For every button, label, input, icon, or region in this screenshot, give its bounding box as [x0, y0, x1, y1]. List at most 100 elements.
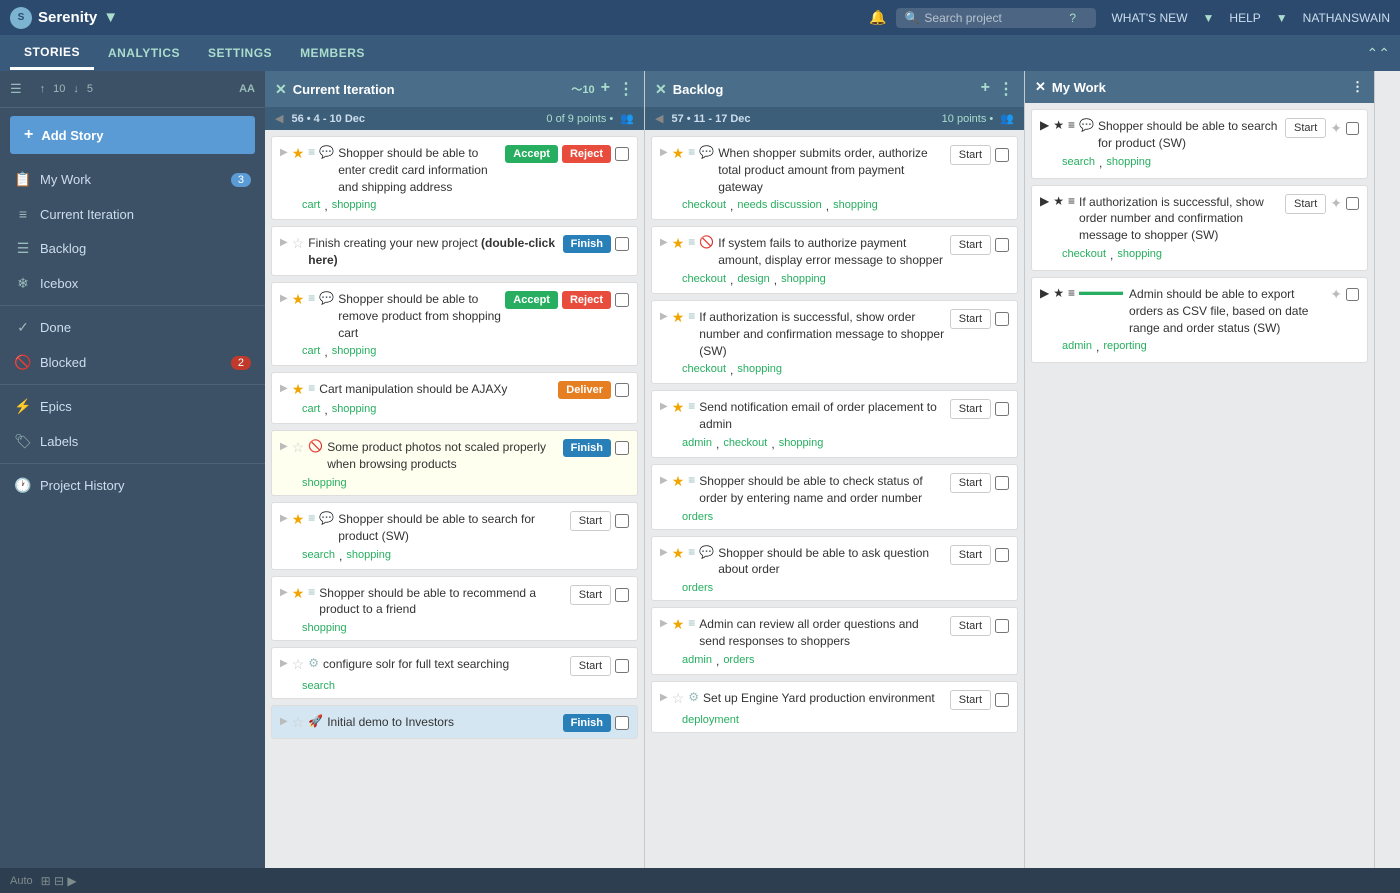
search-input[interactable]: [924, 11, 1064, 25]
star-icon[interactable]: ★: [292, 585, 305, 602]
expand-arrow[interactable]: ▶: [1040, 118, 1049, 132]
card-checkbox[interactable]: [1346, 197, 1359, 210]
tag-reporting[interactable]: reporting: [1103, 340, 1146, 354]
dropdown-arrow[interactable]: ▼: [103, 9, 118, 26]
tag-shopping[interactable]: shopping: [332, 345, 377, 359]
tag-deployment[interactable]: deployment: [682, 714, 739, 726]
star-icon[interactable]: ☆: [672, 690, 685, 707]
tag-search[interactable]: search: [302, 549, 335, 563]
tag-checkout[interactable]: checkout: [682, 273, 726, 287]
start-button[interactable]: Start: [570, 585, 611, 605]
sidebar-item-project-history[interactable]: 🕐 Project History: [0, 468, 265, 503]
help-link[interactable]: HELP: [1229, 11, 1260, 25]
list-icon[interactable]: ≡: [1068, 194, 1075, 208]
tab-analytics[interactable]: ANALYTICS: [94, 38, 194, 68]
card-checkbox[interactable]: [995, 238, 1009, 252]
card-checkbox[interactable]: [615, 147, 629, 161]
tag-orders[interactable]: orders: [682, 511, 713, 523]
expand-arrow[interactable]: ▶: [280, 147, 288, 158]
chat-icon[interactable]: 💬: [699, 545, 714, 559]
blocked-icon[interactable]: 🚫: [699, 235, 714, 249]
expand-arrow[interactable]: ▶: [280, 293, 288, 304]
card-checkbox[interactable]: [995, 402, 1009, 416]
tag-admin[interactable]: admin: [1062, 340, 1092, 354]
start-button[interactable]: Start: [950, 690, 991, 710]
tag-shopping[interactable]: shopping: [833, 199, 878, 213]
card-checkbox[interactable]: [1346, 288, 1359, 301]
tag-cart[interactable]: cart: [302, 199, 320, 213]
tag-shopping[interactable]: shopping: [346, 549, 391, 563]
start-button[interactable]: Start: [570, 656, 611, 676]
expand-arrow[interactable]: ▶: [660, 618, 668, 629]
list-icon[interactable]: ≡: [688, 235, 695, 249]
card-checkbox[interactable]: [615, 237, 629, 251]
sidebar-item-done[interactable]: ✓ Done: [0, 310, 265, 345]
list-icon[interactable]: ≡: [308, 381, 315, 395]
start-button[interactable]: Start: [950, 616, 991, 636]
iteration-menu-btn[interactable]: ⋮: [618, 79, 634, 99]
sidebar-item-icebox[interactable]: ❄ Icebox: [0, 266, 265, 301]
card-checkbox[interactable]: [995, 548, 1009, 562]
user-link[interactable]: NATHANSWAIN: [1303, 11, 1390, 25]
star-icon[interactable]: ★: [672, 399, 685, 416]
tag-search[interactable]: search: [302, 680, 335, 692]
my-work-menu-btn[interactable]: ⋮: [1351, 79, 1364, 95]
chat-icon[interactable]: 💬: [319, 511, 334, 525]
list-icon[interactable]: ≡: [1068, 286, 1075, 300]
start-button[interactable]: Start: [950, 473, 991, 493]
expand-arrow[interactable]: ▶: [280, 658, 288, 669]
hamburger-icon[interactable]: ☰: [10, 81, 22, 97]
accept-button[interactable]: Accept: [505, 291, 558, 309]
move-icon[interactable]: ✦: [1330, 286, 1342, 303]
tag-shopping[interactable]: shopping: [302, 622, 347, 634]
tag-shopping[interactable]: shopping: [779, 437, 824, 451]
tag-shopping[interactable]: shopping: [1106, 156, 1151, 170]
star-icon[interactable]: ★: [672, 473, 685, 490]
help-icon[interactable]: ?: [1069, 11, 1076, 25]
tag-design[interactable]: design: [737, 273, 769, 287]
chat-icon[interactable]: 💬: [319, 145, 334, 159]
close-my-work[interactable]: ✕: [1035, 79, 1046, 95]
add-to-backlog-btn[interactable]: +: [981, 79, 990, 99]
finish-button[interactable]: Finish: [563, 439, 611, 457]
star-icon[interactable]: ★: [672, 145, 685, 162]
star-icon[interactable]: ★: [292, 511, 305, 528]
card-checkbox[interactable]: [995, 619, 1009, 633]
card-checkbox[interactable]: [615, 659, 629, 673]
star-icon[interactable]: ★: [1053, 118, 1064, 132]
prev-sprint-arrow[interactable]: ◀: [275, 112, 283, 125]
list-icon[interactable]: ≡: [688, 616, 695, 630]
deliver-button[interactable]: Deliver: [558, 381, 611, 399]
bottom-bar-controls[interactable]: ⊞ ⊟ ▶: [41, 874, 77, 888]
expand-arrow[interactable]: ▶: [280, 716, 288, 727]
card-checkbox[interactable]: [995, 312, 1009, 326]
star-icon[interactable]: ★: [672, 545, 685, 562]
tag-cart[interactable]: cart: [302, 403, 320, 417]
backlog-menu-btn[interactable]: ⋮: [998, 79, 1014, 99]
sidebar-item-epics[interactable]: ⚡ Epics: [0, 389, 265, 424]
card-checkbox[interactable]: [1346, 122, 1359, 135]
expand-arrow[interactable]: ▶: [280, 237, 288, 248]
start-button[interactable]: Start: [950, 309, 991, 329]
expand-arrow[interactable]: ▶: [280, 587, 288, 598]
tag-orders[interactable]: orders: [682, 582, 713, 594]
tag-shopping[interactable]: shopping: [1117, 248, 1162, 262]
sidebar-item-backlog[interactable]: ☰ Backlog: [0, 231, 265, 266]
star-icon[interactable]: ★: [672, 309, 685, 326]
start-button[interactable]: Start: [950, 399, 991, 419]
card-checkbox[interactable]: [615, 514, 629, 528]
tag-search[interactable]: search: [1062, 156, 1095, 170]
expand-arrow[interactable]: ▶: [1040, 286, 1049, 300]
chat-icon[interactable]: 💬: [319, 291, 334, 305]
expand-arrow[interactable]: ▶: [280, 383, 288, 394]
star-icon[interactable]: ☆: [292, 656, 305, 673]
tag-needs-discussion[interactable]: needs discussion: [737, 199, 821, 213]
star-icon[interactable]: ★: [292, 381, 305, 398]
reject-button[interactable]: Reject: [562, 291, 611, 309]
close-backlog[interactable]: ✕: [655, 81, 667, 98]
card-checkbox[interactable]: [615, 716, 629, 730]
list-icon[interactable]: ≡: [308, 511, 315, 525]
list-dash-icon[interactable]: ≡: [308, 585, 315, 599]
tag-orders[interactable]: orders: [723, 654, 754, 668]
expand-arrow[interactable]: ▶: [280, 441, 288, 452]
